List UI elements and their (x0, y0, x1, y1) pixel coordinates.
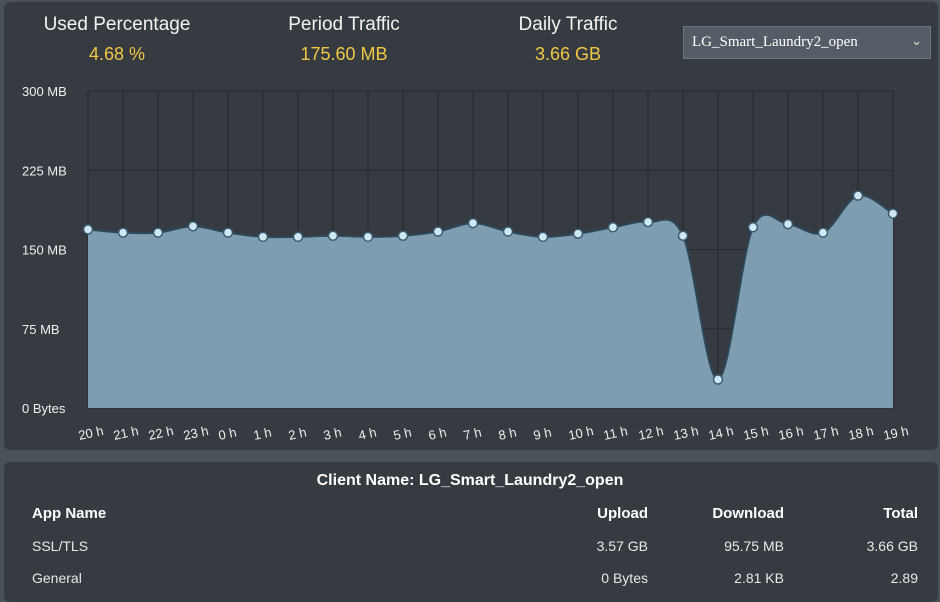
header-upload: Upload (597, 505, 648, 522)
cell-total: 2.89 (890, 570, 918, 586)
data-point (677, 230, 689, 242)
data-point (397, 230, 409, 242)
data-point (82, 224, 94, 235)
data-point (817, 227, 829, 238)
x-tick-label: 23 h (182, 423, 210, 443)
x-tick-label: 5 h (392, 424, 413, 442)
cell-upload: 3.57 GB (596, 538, 648, 554)
x-tick-label: 17 h (812, 423, 840, 443)
x-tick-label: 20 h (77, 423, 105, 443)
x-tick-label: 8 h (497, 424, 518, 442)
traffic-chart: 0 Bytes 75 MB 150 MB 225 MB 300 MB 20 h 21 h 22… (22, 84, 910, 443)
data-point (432, 226, 444, 237)
x-tick-label: 6 h (427, 424, 448, 442)
cell-app: SSL/TLS (32, 538, 89, 554)
data-point (152, 227, 164, 238)
data-point (467, 217, 479, 229)
x-tick-label: 3 h (322, 424, 343, 442)
x-tick-label: 14 h (707, 423, 735, 443)
data-point (712, 374, 724, 385)
data-point (502, 226, 514, 237)
data-point (257, 231, 269, 243)
client-table-panel: Client Name: LG_Smart_Laundry2_open App … (4, 462, 938, 602)
y-tick-label: 300 MB (22, 84, 67, 99)
header-total: Total (883, 505, 918, 522)
data-point (782, 218, 794, 230)
y-tick-label: 225 MB (22, 163, 67, 178)
data-point (642, 216, 654, 228)
x-tick-label: 0 h (217, 424, 238, 442)
y-tick-label: 0 Bytes (22, 401, 66, 416)
x-tick-label: 2 h (287, 424, 308, 442)
client-name-title: Client Name: LG_Smart_Laundry2_open (316, 472, 624, 489)
data-point (292, 231, 304, 243)
x-tick-label: 13 h (672, 423, 700, 443)
x-tick-label: 4 h (357, 424, 378, 442)
data-point (362, 231, 374, 243)
x-tick-label: 22 h (147, 423, 175, 443)
x-tick-label: 9 h (532, 424, 553, 442)
cell-upload: 0 Bytes (601, 570, 648, 586)
cell-download: 95.75 MB (724, 538, 784, 554)
x-tick-label: 15 h (742, 423, 770, 443)
x-tick-label: 16 h (777, 423, 805, 443)
x-tick-label: 10 h (567, 423, 595, 443)
data-point (117, 227, 129, 238)
header-app-name: App Name (32, 505, 107, 522)
x-tick-label: 7 h (462, 424, 483, 442)
data-point (572, 228, 584, 239)
data-point (852, 190, 864, 201)
data-point (537, 231, 549, 243)
x-tick-label: 19 h (882, 423, 910, 443)
data-point (187, 221, 199, 232)
data-point (887, 208, 899, 219)
x-tick-label: 11 h (602, 423, 629, 443)
data-point (327, 230, 339, 242)
y-tick-label: 150 MB (22, 243, 67, 258)
cell-app: General (32, 570, 82, 586)
x-tick-label: 1 h (252, 424, 273, 442)
header-download: Download (712, 505, 784, 522)
x-tick-label: 21 h (112, 423, 140, 443)
data-point (747, 222, 759, 233)
x-tick-label: 18 h (847, 423, 875, 443)
x-tick-label: 12 h (637, 423, 665, 443)
data-point (222, 227, 234, 238)
data-point (607, 222, 619, 233)
cell-download: 2.81 KB (734, 570, 784, 586)
y-tick-label: 75 MB (22, 322, 60, 337)
cell-total: 3.66 GB (866, 538, 918, 554)
